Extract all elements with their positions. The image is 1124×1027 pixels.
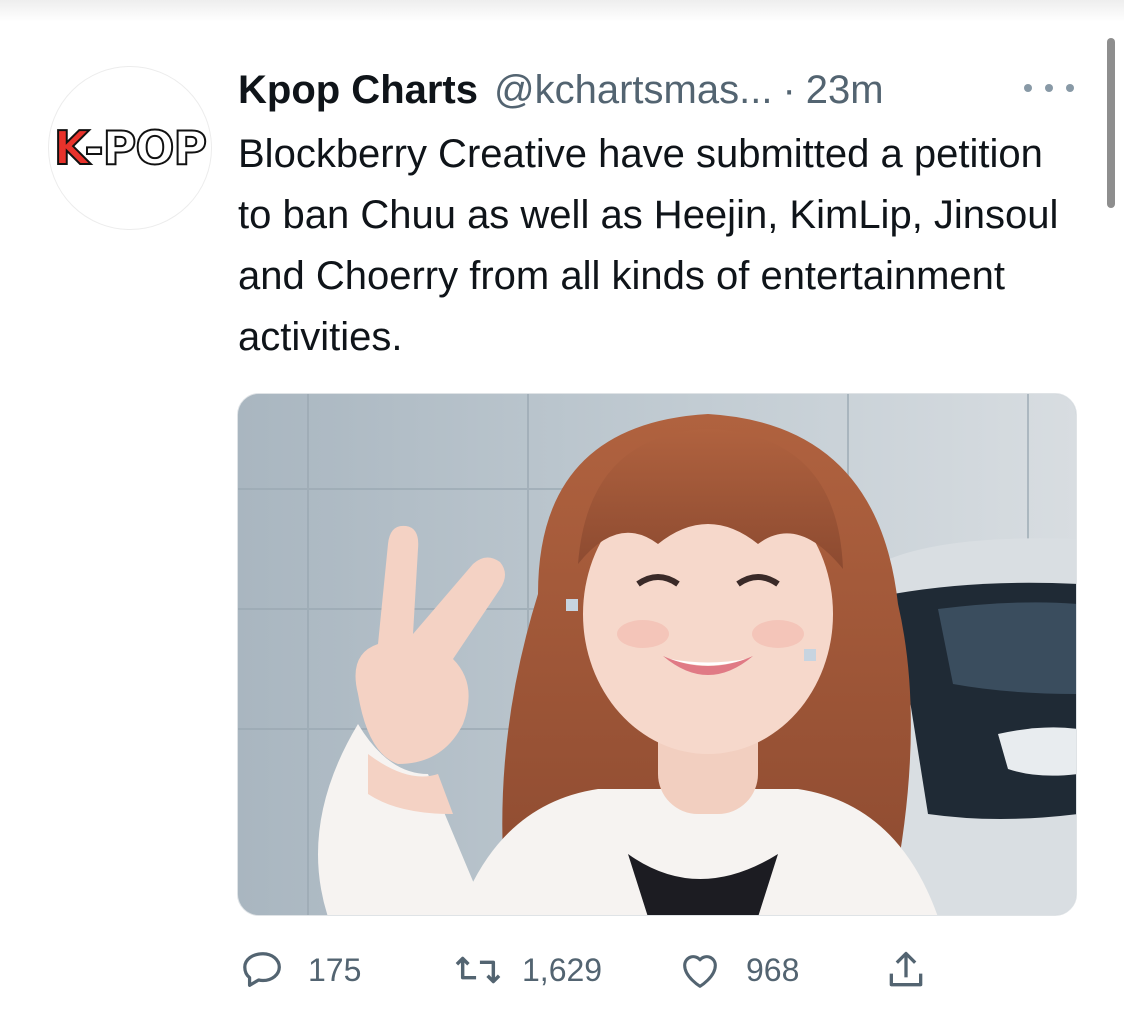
retweet-count: 1,629 xyxy=(522,951,603,988)
retweet-icon xyxy=(455,956,501,984)
scrollbar[interactable] xyxy=(1107,38,1115,208)
author-avatar[interactable]: K-POP xyxy=(48,66,212,230)
reply-button[interactable]: 175 xyxy=(240,940,361,1000)
heart-icon xyxy=(683,955,717,988)
tweet-photo[interactable] xyxy=(237,393,1077,916)
reply-count: 175 xyxy=(308,951,362,988)
tweet-time[interactable]: 23m xyxy=(806,64,884,116)
share-button[interactable] xyxy=(884,940,928,1000)
separator-dot: · xyxy=(782,68,796,112)
tweet-text: Blockberry Creative have submitted a pet… xyxy=(238,132,1059,359)
reply-icon xyxy=(243,952,281,987)
share-icon xyxy=(889,951,923,987)
kpop-logo: K-POP xyxy=(53,120,208,176)
tweet-actions: 175 1,629 968 xyxy=(240,940,960,1000)
author-handle[interactable]: @kchartsmas... xyxy=(494,64,772,116)
tweet-screen: K-POP Kpop Charts @kchartsmas... · 23m B… xyxy=(0,0,1124,1027)
like-count: 968 xyxy=(746,951,800,988)
top-fade xyxy=(0,0,1124,22)
photo-illustration xyxy=(238,394,1076,915)
more-options-icon[interactable] xyxy=(1024,76,1074,100)
retweet-button[interactable]: 1,629 xyxy=(452,940,602,1000)
author-name[interactable]: Kpop Charts xyxy=(238,64,478,116)
tweet-header: Kpop Charts @kchartsmas... · 23m xyxy=(238,64,884,116)
like-button[interactable]: 968 xyxy=(676,940,799,1000)
